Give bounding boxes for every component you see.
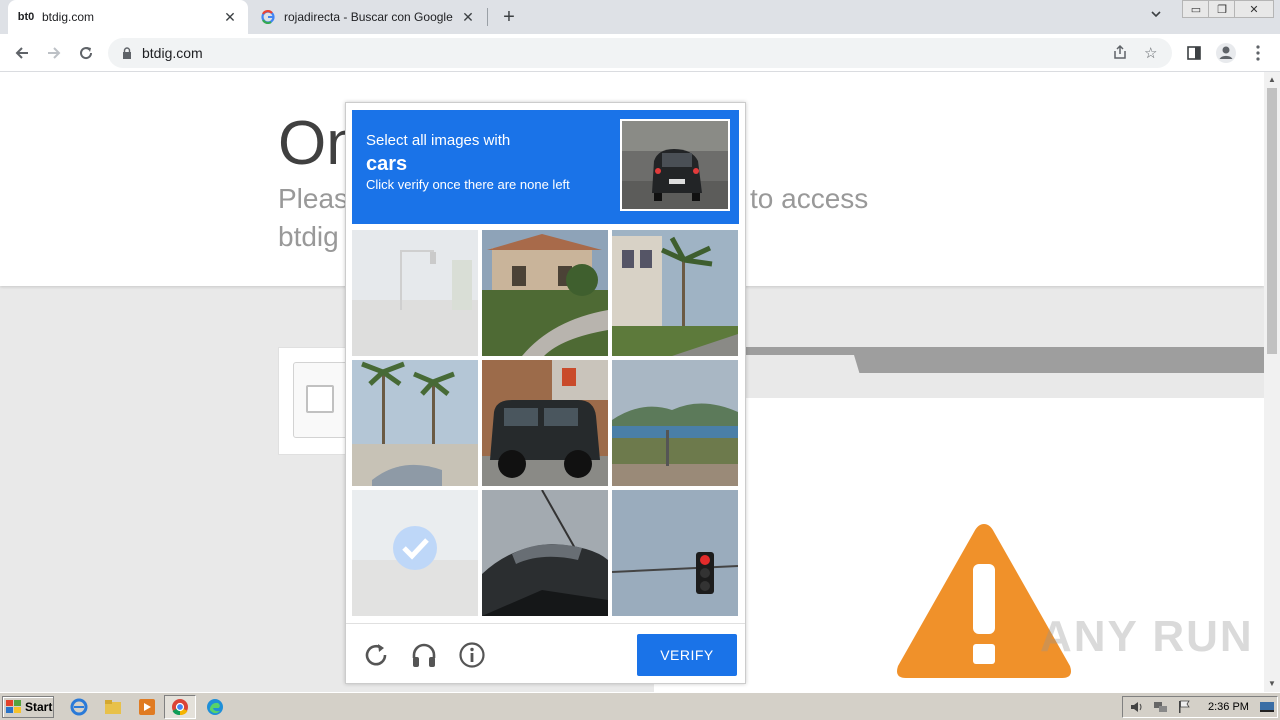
captcha-footer: VERIFY <box>346 623 745 683</box>
verify-button[interactable]: VERIFY <box>637 634 737 676</box>
internet-explorer-icon[interactable] <box>70 698 88 716</box>
profile-avatar-icon[interactable] <box>1214 41 1238 65</box>
audio-icon[interactable] <box>410 641 438 669</box>
captcha-target: cars <box>366 153 408 175</box>
tab-separator <box>487 8 488 26</box>
scroll-down-icon[interactable]: ▼ <box>1264 676 1280 690</box>
start-button[interactable]: Start <box>2 696 54 718</box>
restore-icon[interactable]: ❐ <box>1208 0 1236 18</box>
close-tab-icon[interactable]: ✕ <box>460 9 476 25</box>
captcha-checkbox[interactable] <box>306 385 334 413</box>
captcha-hint: Click verify once there are none left <box>366 177 570 192</box>
tab-title: rojadirecta - Buscar con Google <box>284 10 453 24</box>
tab-btdig[interactable]: bt0 btdig.com ✕ <box>8 0 248 34</box>
subtitle-line-2: btdig <box>278 221 339 252</box>
tab-google[interactable]: rojadirecta - Buscar con Google ✕ <box>250 0 486 34</box>
show-desktop-icon[interactable] <box>1259 700 1275 714</box>
scroll-up-icon[interactable]: ▲ <box>1264 72 1280 86</box>
captcha-tile-selected[interactable] <box>352 490 478 616</box>
page-subtitle: Pleas btdig <box>278 180 348 256</box>
start-label: Start <box>25 700 53 714</box>
reload-icon[interactable] <box>362 641 390 669</box>
captcha-instruction: Select all images with <box>366 132 511 149</box>
btdig-favicon-icon: bt0 <box>17 11 35 23</box>
tab-title: btdig.com <box>42 10 95 24</box>
captcha-tile[interactable] <box>482 360 608 486</box>
bookmark-star-icon[interactable]: ☆ <box>1144 44 1157 62</box>
edge-icon[interactable] <box>206 698 224 716</box>
captcha-header: Select all images with cars Click verify… <box>352 110 739 224</box>
subtitle-right: to access <box>750 183 869 214</box>
captcha-tile[interactable] <box>612 490 738 616</box>
captcha-tile[interactable] <box>352 230 478 356</box>
new-tab-button[interactable]: + <box>498 6 520 28</box>
tab-search-chevron-icon[interactable] <box>1150 8 1162 23</box>
url-text: btdig.com <box>142 45 203 61</box>
band-tab <box>740 355 860 375</box>
captcha-tile[interactable] <box>352 360 478 486</box>
reload-page-icon[interactable] <box>74 41 98 65</box>
close-window-icon[interactable]: ✕ <box>1234 0 1274 18</box>
captcha-challenge: Select all images with cars Click verify… <box>345 102 746 684</box>
side-panel-icon[interactable] <box>1182 41 1206 65</box>
browser-toolbar: btdig.com ☆ <box>0 34 1280 72</box>
network-icon[interactable] <box>1153 700 1169 714</box>
system-tray <box>1122 696 1278 718</box>
action-center-flag-icon[interactable] <box>1177 700 1191 714</box>
chrome-taskbar-button[interactable] <box>164 695 196 719</box>
share-icon[interactable] <box>1112 44 1128 64</box>
info-icon[interactable] <box>458 641 486 669</box>
chrome-icon <box>172 699 188 716</box>
file-explorer-icon[interactable] <box>104 698 122 716</box>
captcha-tile[interactable] <box>612 230 738 356</box>
media-player-icon[interactable] <box>138 698 156 716</box>
minimize-icon[interactable]: ▭ <box>1182 0 1210 18</box>
windows-logo-icon <box>6 700 21 713</box>
vertical-scrollbar[interactable]: ▲ ▼ <box>1264 72 1280 692</box>
captcha-tile[interactable] <box>482 490 608 616</box>
close-tab-icon[interactable]: ✕ <box>222 9 238 25</box>
back-icon[interactable] <box>10 41 34 65</box>
captcha-tile[interactable] <box>612 360 738 486</box>
windows-taskbar: Start 2:36 PM <box>0 692 1280 720</box>
volume-icon[interactable] <box>1129 700 1145 714</box>
captcha-image-grid <box>352 230 739 617</box>
tab-bar: bt0 btdig.com ✕ rojadirecta - Buscar con… <box>0 0 1280 34</box>
forward-icon[interactable] <box>42 41 66 65</box>
lock-icon <box>123 47 131 59</box>
clock: 2:36 PM <box>1208 701 1249 713</box>
scroll-thumb[interactable] <box>1267 88 1277 354</box>
captcha-sample-image <box>620 119 730 211</box>
address-bar[interactable]: btdig.com ☆ <box>108 38 1172 68</box>
google-favicon-icon <box>260 9 276 25</box>
menu-kebab-icon[interactable] <box>1246 41 1270 65</box>
captcha-tile[interactable] <box>482 230 608 356</box>
subtitle-line-1: Pleas <box>278 183 349 214</box>
anyrun-watermark: ANY RUN <box>1040 612 1254 661</box>
